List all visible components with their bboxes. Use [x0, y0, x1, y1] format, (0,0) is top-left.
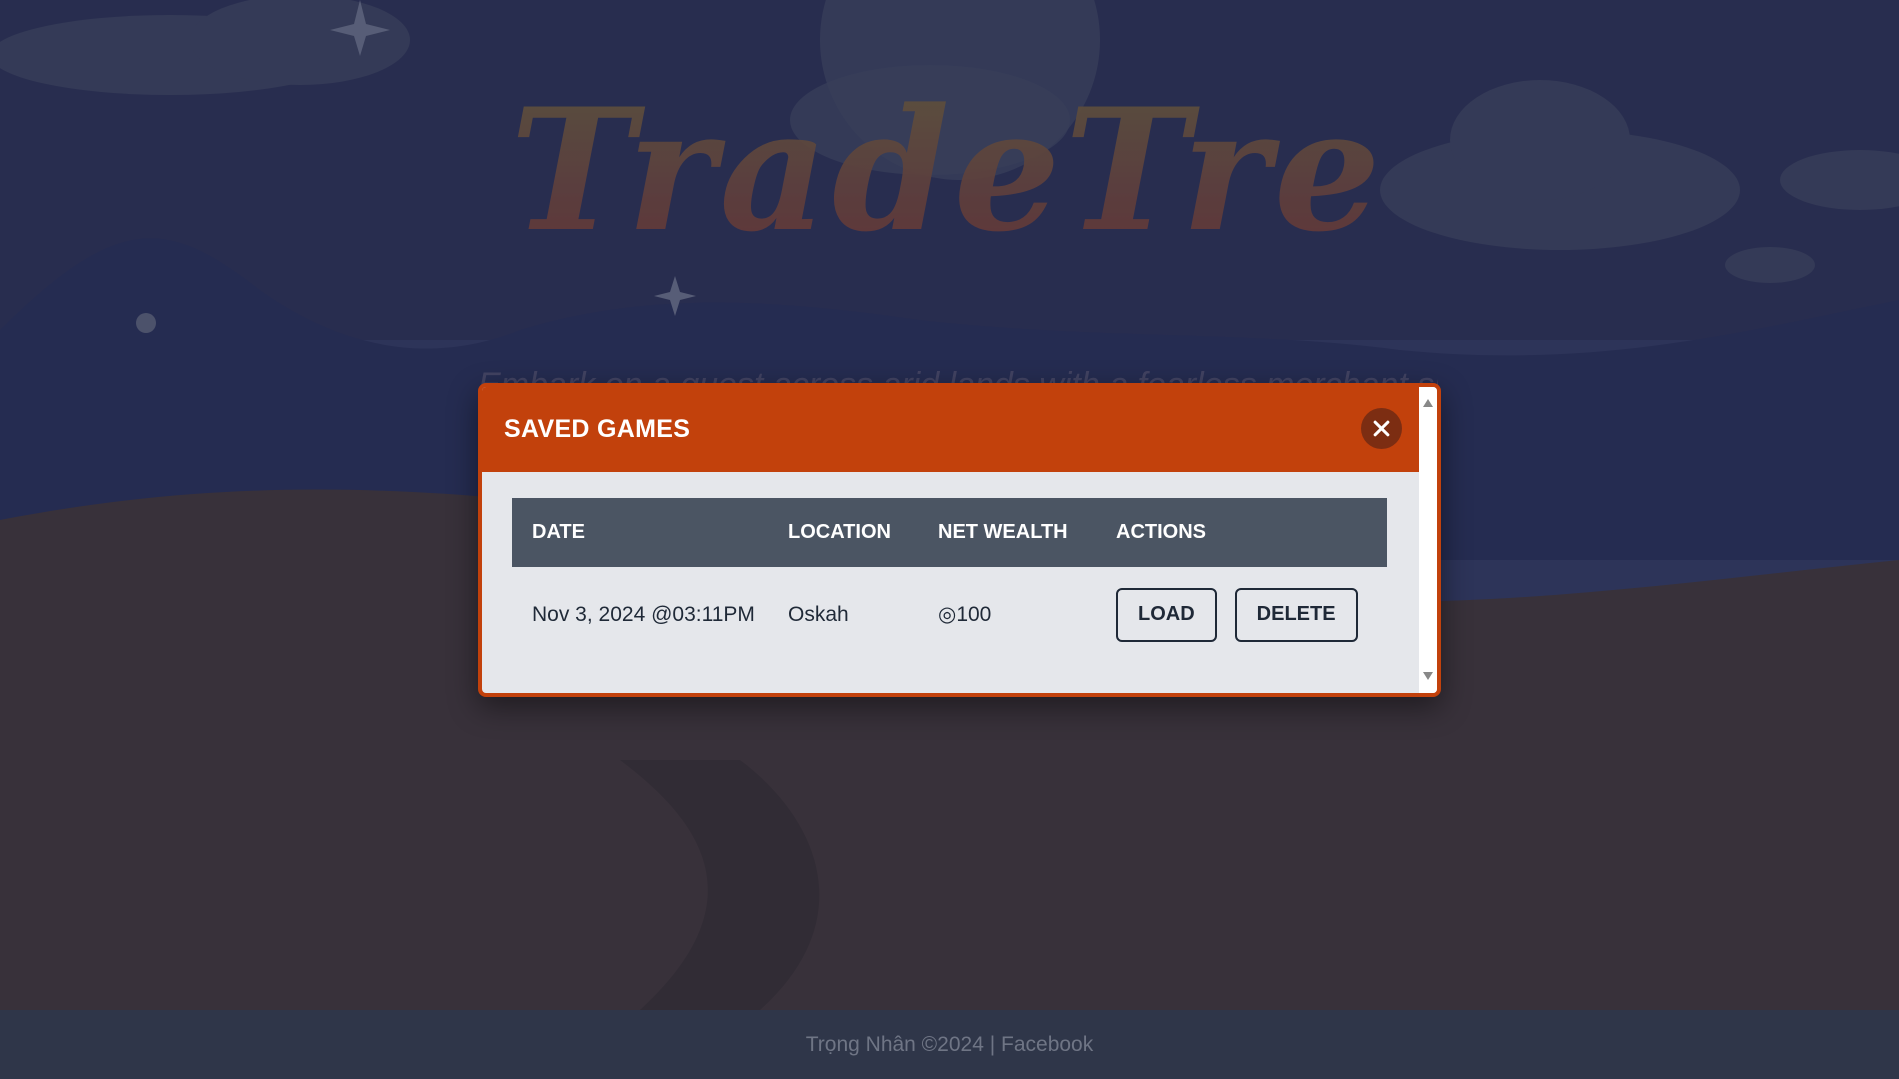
delete-button[interactable]: DELETE [1234, 587, 1358, 642]
modal-scrollbar[interactable] [1419, 387, 1437, 693]
facebook-link[interactable]: Facebook [1001, 1033, 1093, 1056]
save-net-wealth: ◎100 [938, 603, 992, 626]
table-row: Nov 3, 2024 @03:11PM Oskah ◎100 LOAD DELE… [512, 567, 1387, 662]
game-screen: TradeTrek Embark on a quest across arid … [0, 0, 1899, 1079]
saved-games-modal: SAVED GAMES DATE LOCATION NET WEALTH ACT… [478, 383, 1441, 697]
save-actions: LOAD DELETE [1096, 567, 1387, 662]
save-location: Oskah [788, 602, 849, 626]
scroll-down-arrow-icon[interactable] [1423, 672, 1433, 680]
footer: Trọng Nhân ©2024 | Facebook [0, 1010, 1899, 1079]
save-date: Nov 3, 2024 @03:11PM [532, 602, 755, 626]
modal-header: SAVED GAMES [482, 387, 1419, 472]
column-header-net-wealth: NET WEALTH [938, 521, 1068, 543]
column-header-location: LOCATION [788, 521, 891, 543]
modal-title: SAVED GAMES [504, 415, 691, 443]
load-button[interactable]: LOAD [1116, 587, 1217, 642]
footer-credit: Trọng Nhân ©2024 | [805, 1033, 996, 1056]
saved-games-table: DATE LOCATION NET WEALTH ACTIONS Nov 3, … [512, 498, 1387, 662]
scroll-up-arrow-icon[interactable] [1423, 399, 1433, 407]
close-button[interactable] [1361, 408, 1402, 449]
table-header-row: DATE LOCATION NET WEALTH ACTIONS [512, 498, 1387, 567]
column-header-actions: ACTIONS [1116, 521, 1206, 543]
column-header-date: DATE [532, 521, 585, 543]
